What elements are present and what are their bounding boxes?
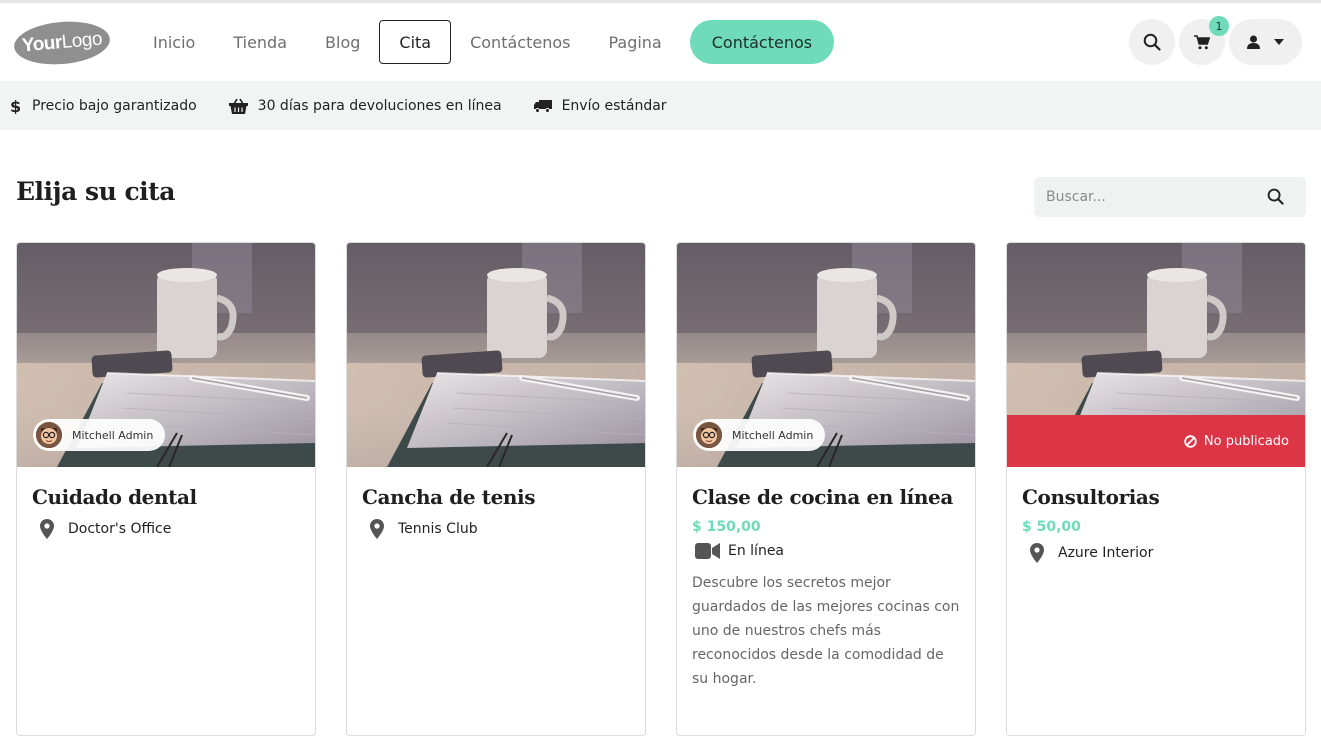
user-icon [1247, 35, 1260, 49]
unpublished-banner: No publicado [1007, 415, 1305, 467]
search-button[interactable] [1129, 19, 1175, 65]
info-label-returns: 30 días para devoluciones en línea [257, 97, 502, 114]
staff-chip: Mitchell Admin [693, 419, 826, 451]
nav-item-pagina[interactable]: Pagina [589, 20, 680, 64]
card-image: No publicado [1007, 243, 1305, 467]
basket-icon [228, 98, 248, 114]
video-camera-icon [692, 543, 722, 559]
card-location: Tennis Club [362, 519, 632, 539]
logo-text: YourLogo [21, 28, 103, 57]
card-body: Clase de cocina en línea $ 150,00 En lín… [692, 483, 962, 691]
user-menu-button[interactable] [1229, 19, 1302, 65]
staff-chip: Mitchell Admin [33, 419, 166, 451]
search-icon [1267, 188, 1284, 205]
card-location-label: Azure Interior [1058, 545, 1154, 561]
card-title: Clase de cocina en línea [692, 485, 953, 509]
appointment-search [1034, 177, 1306, 217]
info-item-returns: 30 días para devoluciones en línea [228, 97, 502, 114]
card-image: Mitchell Admin [677, 243, 975, 467]
staff-avatar [34, 420, 64, 450]
info-bar: $ Precio bajo garantizado 30 días para d… [0, 81, 1321, 130]
search-icon [1143, 33, 1161, 51]
map-marker-icon [1022, 543, 1052, 563]
site-logo[interactable]: YourLogo [12, 17, 112, 69]
card-body: Cancha de tenis Tennis Club [362, 483, 632, 539]
nav-item-contactenos[interactable]: Contáctenos [451, 20, 589, 64]
appointment-card-dental[interactable]: Mitchell Admin Cuidado dental Doctor's O… [16, 242, 316, 736]
nav-item-tienda[interactable]: Tienda [214, 20, 306, 64]
cart-count-badge: 1 [1209, 16, 1229, 36]
card-price: $ 150,00 [692, 519, 761, 535]
map-marker-icon [362, 519, 392, 539]
nav-item-inicio[interactable]: Inicio [134, 20, 214, 64]
card-location-label: Doctor's Office [68, 521, 172, 537]
search-input[interactable] [1034, 177, 1254, 217]
main-nav: Inicio Tienda Blog Cita Contáctenos Pagi… [134, 20, 835, 64]
card-location: Doctor's Office [32, 519, 302, 539]
ban-icon [1184, 434, 1197, 448]
info-label-shipping: Envío estándar [561, 97, 667, 114]
cart-icon [1194, 34, 1210, 49]
site-header: YourLogo Inicio Tienda Blog Cita Contáct… [0, 3, 1321, 81]
card-body: Cuidado dental Doctor's Office [32, 483, 302, 539]
card-image: Mitchell Admin [17, 243, 315, 467]
page-title: Elija su cita [16, 177, 175, 206]
appointment-card-consulting[interactable]: No publicado Consultorias $ 50,00 Azure … [1006, 242, 1306, 736]
card-location: En línea [692, 543, 962, 559]
appointment-card-tennis[interactable]: Cancha de tenis Tennis Club [346, 242, 646, 736]
dollar-icon: $ [10, 98, 22, 114]
nav-item-cita[interactable]: Cita [379, 20, 452, 64]
card-location: Azure Interior [1022, 543, 1292, 563]
staff-avatar [694, 420, 724, 450]
card-location-label: Tennis Club [398, 521, 478, 537]
info-item-price: $ Precio bajo garantizado [10, 98, 197, 114]
truck-icon [533, 99, 552, 113]
card-body: Consultorias $ 50,00 Azure Interior [1022, 483, 1292, 563]
card-title: Consultorias [1022, 485, 1160, 509]
info-item-shipping: Envío estándar [533, 97, 667, 114]
card-title: Cancha de tenis [362, 485, 536, 509]
card-location-label: En línea [728, 543, 785, 559]
nav-item-blog[interactable]: Blog [306, 20, 379, 64]
info-label-price: Precio bajo garantizado [32, 97, 197, 114]
unpublished-label: No publicado [1203, 433, 1289, 449]
card-title: Cuidado dental [32, 485, 197, 509]
card-image [347, 243, 645, 467]
contact-cta-button[interactable]: Contáctenos [689, 20, 835, 64]
card-description: Descubre los secretos mejor guardados de… [692, 575, 960, 687]
chevron-down-icon [1274, 39, 1284, 45]
card-price: $ 50,00 [1022, 519, 1081, 535]
staff-name: Mitchell Admin [732, 428, 814, 442]
staff-name: Mitchell Admin [72, 428, 154, 442]
map-marker-icon [32, 519, 62, 539]
search-submit-button[interactable] [1267, 188, 1284, 209]
appointment-card-cooking[interactable]: Mitchell Admin Clase de cocina en línea … [676, 242, 976, 736]
svg-text:$: $ [10, 98, 21, 114]
